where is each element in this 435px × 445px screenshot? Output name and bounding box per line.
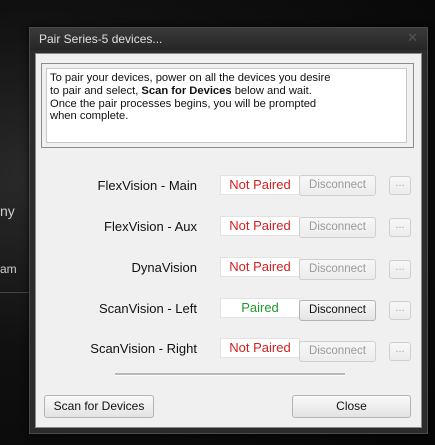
scan-for-devices-button[interactable]: Scan for Devices [44,395,154,418]
instruction-text: below and wait. [231,84,312,97]
disconnect-button[interactable]: Disconnect [299,341,376,362]
title-bar[interactable]: Pair Series-5 devices... ✕ [30,28,427,50]
instruction-text: to pair and select, [50,84,142,97]
instructions-textbox: To pair your devices, power on all the d… [46,68,407,143]
background-text-fragment: am [0,262,17,276]
instruction-line: To pair your devices, power on all the d… [50,72,331,84]
status-badge: Paired [220,298,300,318]
device-label-dynavision: DynaVision [131,260,197,275]
dialog-title: Pair Series-5 devices... [39,32,163,46]
device-label-flexvision-main: FlexVision - Main [97,178,197,193]
dialog-content: To pair your devices, power on all the d… [35,53,422,428]
close-button[interactable]: Close [292,395,411,418]
background-text-fragment: ny [0,203,15,219]
background-divider [0,292,30,293]
instruction-line: to pair and select, Scan for Devices bel… [50,85,406,98]
device-options-button[interactable]: ... [389,260,411,279]
device-label-scanvision-right: ScanVision - Right [90,341,197,356]
status-badge: Not Paired [220,216,300,236]
device-options-button[interactable]: ... [389,342,411,361]
instructions-group: To pair your devices, power on all the d… [41,63,414,148]
device-options-button[interactable]: ... [389,301,411,320]
disconnect-button[interactable]: Disconnect [299,300,376,321]
instruction-line: when complete. [50,110,129,123]
separator [115,373,345,376]
status-badge: Not Paired [220,257,300,277]
instruction-emphasis: Scan for Devices [141,84,232,97]
status-badge: Not Paired [220,338,300,358]
device-label-scanvision-left: ScanVision - Left [98,301,197,316]
device-options-button[interactable]: ... [389,218,411,237]
close-icon[interactable]: ✕ [407,31,418,46]
instruction-line: Once the pair processes begins, you will… [50,97,317,110]
status-badge: Not Paired [220,175,300,195]
disconnect-button[interactable]: Disconnect [299,175,376,196]
device-options-button[interactable]: ... [389,176,411,195]
pair-devices-dialog: Pair Series-5 devices... ✕ To pair your … [29,27,428,434]
device-label-flexvision-aux: FlexVision - Aux [104,219,197,234]
disconnect-button[interactable]: Disconnect [299,259,376,280]
disconnect-button[interactable]: Disconnect [299,217,376,238]
